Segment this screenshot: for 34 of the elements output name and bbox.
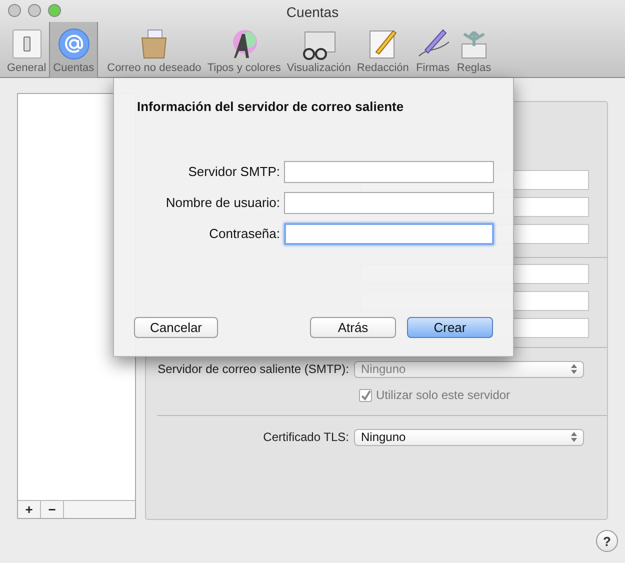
cancel-button[interactable]: Cancelar [134, 316, 218, 338]
close-button[interactable] [8, 4, 21, 17]
remove-button[interactable]: − [41, 501, 64, 518]
back-button[interactable]: Atrás [310, 316, 396, 338]
field-label: Servidor SMTP: [187, 162, 281, 181]
field-label: Contraseña: [208, 224, 281, 243]
input-field[interactable] [284, 192, 494, 214]
field-label: Servidor de correo saliente (SMTP): [156, 361, 350, 378]
toolbar-tab[interactable]: Redacción [354, 22, 412, 78]
help-button[interactable]: ? [596, 530, 618, 552]
popup-menu[interactable]: Ninguno [354, 428, 584, 446]
input-field[interactable] [284, 222, 494, 244]
switch-icon [10, 28, 43, 60]
field-label: Certificado TLS: [262, 429, 350, 446]
add-button[interactable]: + [18, 501, 41, 518]
window-title: Cuentas [286, 2, 339, 22]
toolbar-tab[interactable]: Visualización [284, 22, 354, 78]
create-button[interactable]: Crear [407, 316, 493, 338]
toolbar-tab[interactable]: Firmas [412, 22, 454, 78]
stepper-arrows-icon [571, 432, 577, 442]
field-label: Nombre de usuario: [164, 194, 281, 212]
at-sign-icon [58, 28, 90, 60]
toolbar-tab[interactable]: Correo no deseado [104, 22, 204, 78]
pencil-paper-icon [366, 28, 399, 60]
checkbox-label: Utilizar solo este servidor [376, 387, 510, 404]
input-field[interactable] [284, 160, 494, 182]
zoom-button[interactable] [48, 4, 61, 17]
stepper-arrows-icon [571, 364, 577, 374]
sheet-title: Información del servidor de correo saliente [137, 98, 405, 116]
toolbar-tab[interactable]: Cuentas [49, 22, 98, 78]
toolbar-tab[interactable]: Tipos y colores [204, 22, 284, 78]
toolbar-tab[interactable]: General [4, 22, 50, 78]
toolbar-tab[interactable]: Reglas [454, 22, 494, 78]
minimize-button[interactable] [28, 4, 41, 17]
